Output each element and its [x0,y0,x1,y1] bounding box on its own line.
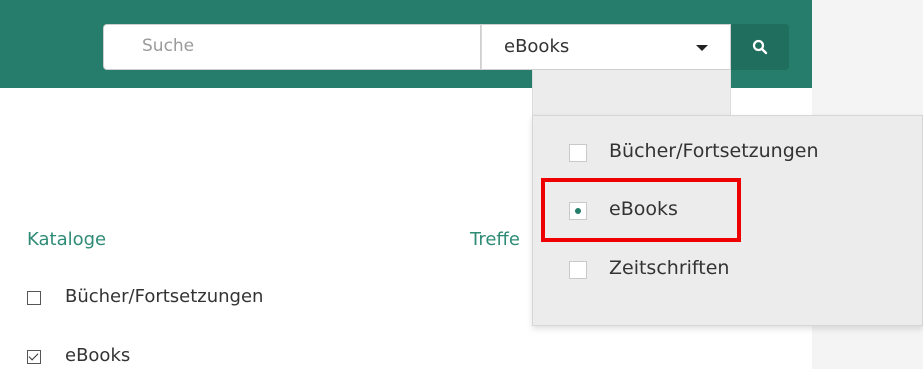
dropdown-top [532,70,731,115]
radio-selected[interactable] [569,202,587,220]
selected-dot-icon [575,208,581,214]
dropdown-item-journals[interactable]: Zeitschriften [533,241,923,299]
search-button[interactable] [731,24,789,70]
search-input[interactable]: Suche [103,24,481,70]
results-heading: Treffe [470,229,520,250]
dropdown-item-label: Zeitschriften [609,257,730,279]
sidebar-item-label: Bücher/Fortsetzungen [65,286,264,307]
dropdown-item-ebooks[interactable]: eBooks [533,182,923,240]
category-dropdown-menu: Bücher/Fortsetzungen eBooks Zeitschrifte… [532,115,923,326]
chevron-down-icon [696,45,708,51]
checkbox[interactable] [569,261,587,279]
catalogs-heading: Kataloge [27,229,107,250]
category-select[interactable]: eBooks [481,24,731,70]
search-placeholder: Suche [142,36,195,56]
checkbox[interactable] [569,144,587,162]
sidebar-item-label: eBooks [65,345,131,366]
search-icon [752,39,768,55]
category-select-value: eBooks [504,36,570,57]
dropdown-item-label: Bücher/Fortsetzungen [609,140,819,162]
checkbox-checked[interactable] [27,350,41,364]
checkbox[interactable] [27,291,41,305]
dropdown-item-label: eBooks [609,198,678,220]
dropdown-item-books[interactable]: Bücher/Fortsetzungen [533,124,923,182]
